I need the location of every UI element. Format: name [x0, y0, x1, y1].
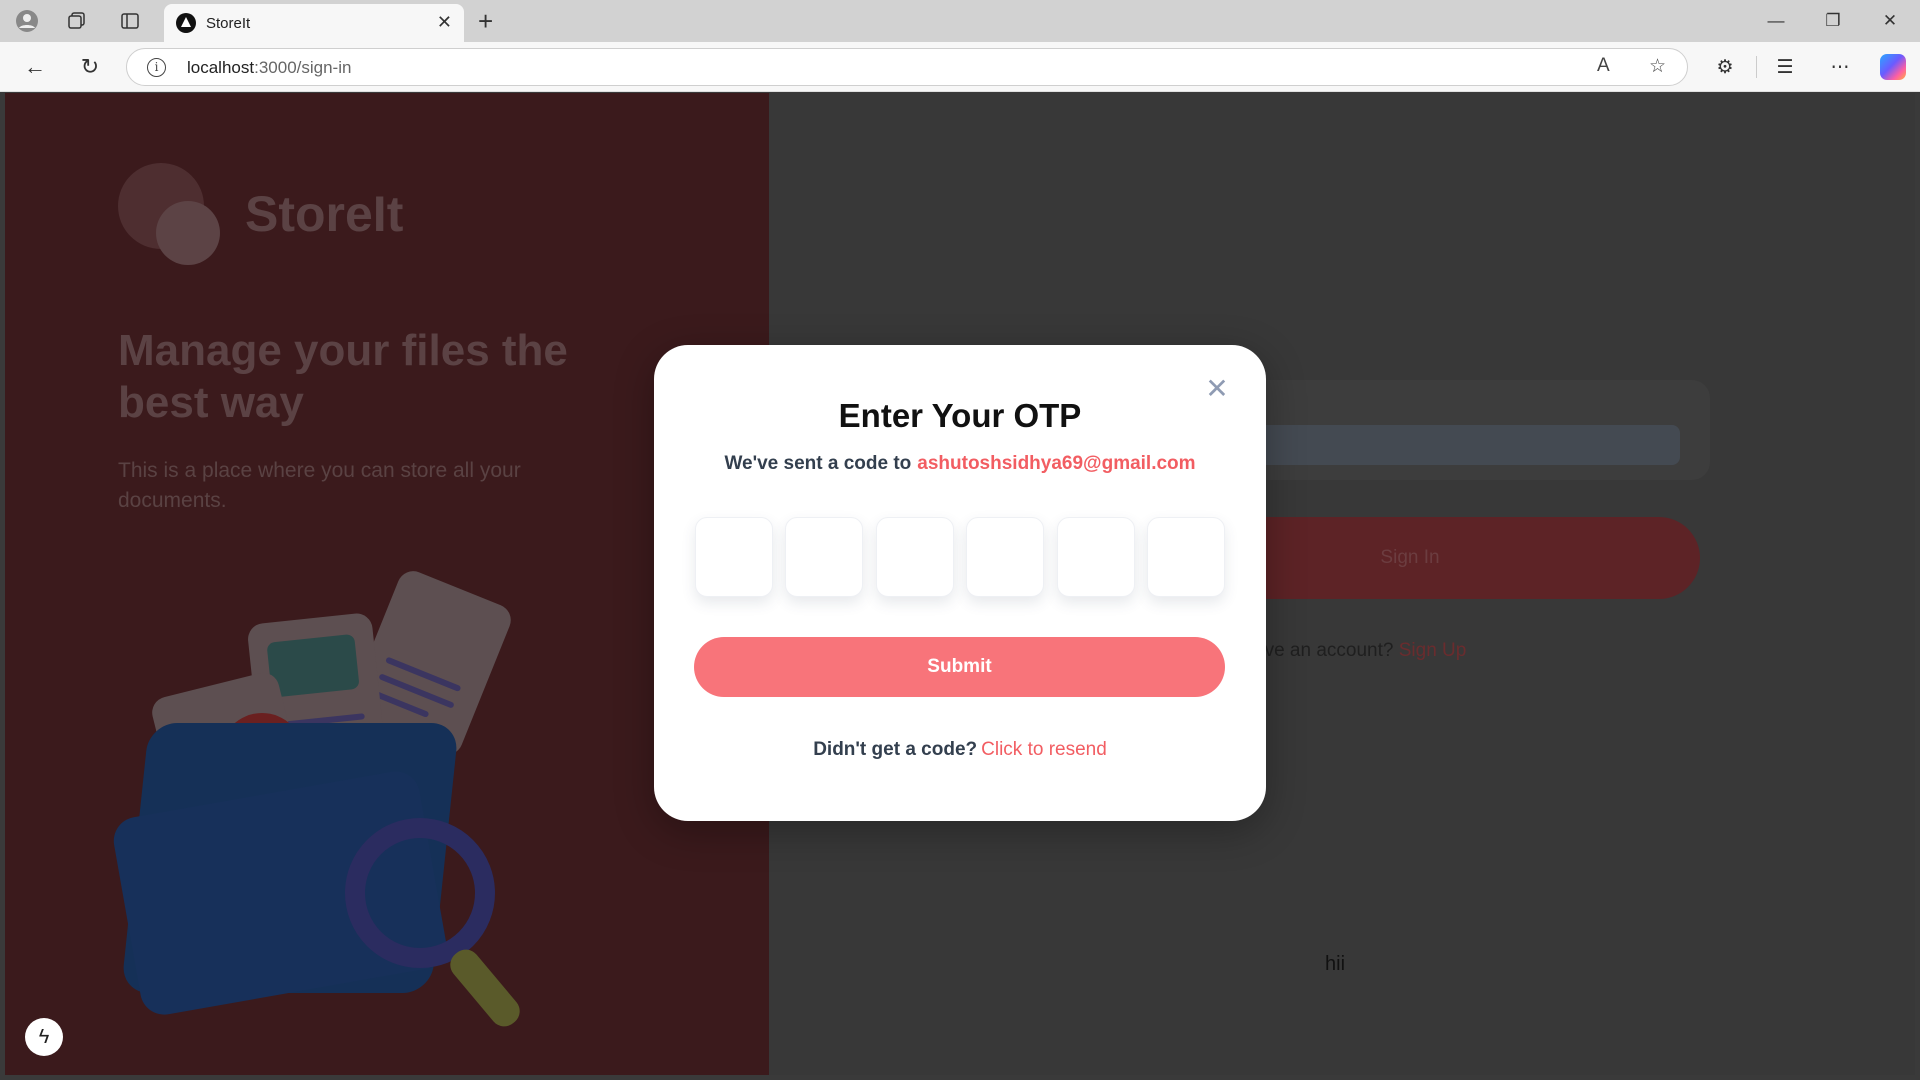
- otp-modal: ✕ Enter Your OTP We've sent a code to ash…: [654, 345, 1266, 821]
- files-illustration: [109, 566, 575, 1033]
- extensions-icon[interactable]: ⚙: [1710, 52, 1740, 82]
- otp-digit-2[interactable]: [785, 517, 864, 597]
- resend-link[interactable]: Click to resend: [981, 739, 1107, 760]
- browser-toolbar: ← ↻ i localhost:3000/sign-in A ☆ ⚙ ☰ ⋯: [0, 42, 1920, 92]
- sign-up-link[interactable]: Sign Up: [1399, 640, 1467, 661]
- browser-tab[interactable]: StoreIt ✕: [164, 4, 464, 42]
- otp-sent-text: We've sent a code to: [724, 453, 912, 474]
- minimize-icon[interactable]: —: [1756, 6, 1796, 36]
- profile-icon[interactable]: [12, 6, 42, 36]
- resend-message: Didn't get a code? Click to resend: [654, 739, 1266, 761]
- storeit-favicon-icon: [176, 13, 196, 33]
- window-close-icon[interactable]: ✕: [1870, 6, 1910, 36]
- magnifier-illustration: [345, 818, 495, 968]
- hero-subtitle: This is a place where you can store all …: [118, 459, 521, 512]
- more-icon[interactable]: ⋯: [1825, 52, 1855, 82]
- browser-tab-bar: StoreIt ✕ + — ❐ ✕: [0, 0, 1920, 42]
- favorites-icon[interactable]: ☰: [1770, 52, 1800, 82]
- tab-close-icon[interactable]: ✕: [437, 12, 452, 33]
- otp-digit-1[interactable]: [695, 517, 773, 597]
- restore-icon[interactable]: ❐: [1813, 6, 1853, 36]
- collections-icon[interactable]: [62, 6, 92, 36]
- read-aloud-icon[interactable]: A: [1597, 55, 1610, 77]
- signup-prompt: ave an account? Sign Up: [1254, 640, 1466, 662]
- toolbar-divider: [1756, 56, 1757, 78]
- back-icon[interactable]: ←: [20, 52, 50, 82]
- url-path: :3000/sign-in: [254, 58, 352, 77]
- otp-digit-6[interactable]: [1146, 517, 1225, 597]
- otp-digit-4[interactable]: [966, 517, 1045, 597]
- url-host: localhost: [187, 58, 255, 77]
- address-bar[interactable]: i localhost:3000/sign-in A ☆: [126, 48, 1688, 86]
- otp-input-group: [695, 517, 1225, 597]
- hero-title: Manage your files the best way: [118, 326, 568, 427]
- lightning-icon[interactable]: ϟ: [25, 1018, 63, 1056]
- copilot-icon[interactable]: [1880, 54, 1906, 80]
- email-field[interactable]: n: [1220, 425, 1680, 465]
- favorite-star-icon[interactable]: ☆: [1649, 55, 1666, 78]
- refresh-icon[interactable]: ↻: [75, 52, 105, 82]
- otp-digit-3[interactable]: [875, 517, 954, 597]
- new-tab-icon[interactable]: +: [478, 6, 493, 36]
- modal-title: Enter Your OTP: [838, 397, 1082, 434]
- tab-title: StoreIt: [206, 15, 251, 32]
- logo-icon: [118, 163, 222, 267]
- submit-button[interactable]: Submit: [694, 637, 1225, 697]
- otp-sent-message: We've sent a code to ashutoshsidhya69@gma…: [654, 453, 1266, 475]
- resend-prompt: Didn't get a code?: [813, 739, 978, 760]
- footer-text: hii: [1325, 953, 1346, 975]
- logo-text: StoreIt: [245, 186, 404, 242]
- url-text: localhost:3000/sign-in: [187, 58, 351, 78]
- otp-email: ashutoshsidhya69@gmail.com: [917, 453, 1196, 474]
- otp-digit-5[interactable]: [1056, 517, 1135, 597]
- vertical-tabs-icon[interactable]: [115, 6, 145, 36]
- info-icon[interactable]: i: [147, 58, 166, 77]
- signup-prompt-text: ave an account?: [1254, 640, 1394, 661]
